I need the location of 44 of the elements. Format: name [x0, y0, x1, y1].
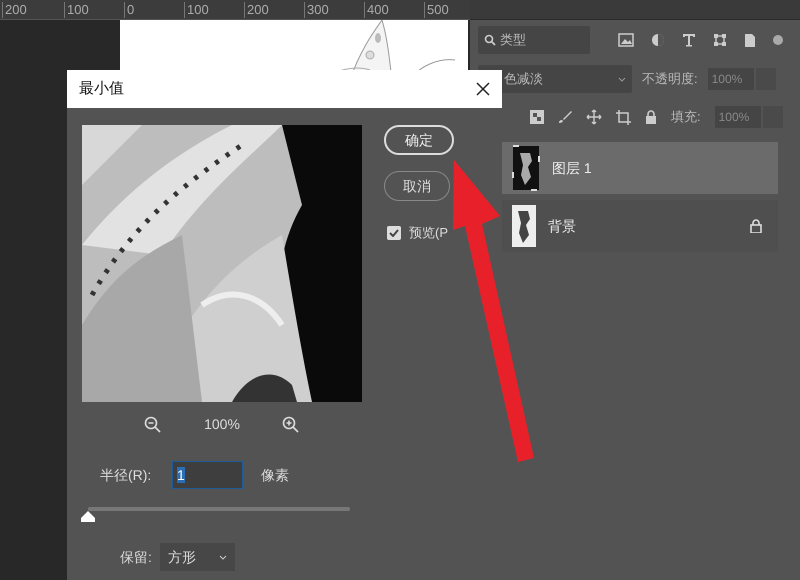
ruler-number: 200	[244, 2, 269, 18]
dialog-button[interactable]: 确定	[384, 125, 454, 155]
chevron-down-icon	[218, 554, 227, 560]
ruler-number: 400	[364, 2, 389, 18]
checkbox[interactable]	[387, 226, 401, 240]
crop-icon[interactable]	[616, 110, 631, 124]
unit-label: 像素	[261, 466, 289, 484]
layer-thumbnail	[512, 205, 536, 247]
ruler-number: 500	[424, 2, 449, 18]
radius-label: 半径(R):	[100, 466, 152, 485]
zoom-level: 100%	[204, 415, 240, 434]
layer-name: 背景	[548, 216, 577, 236]
opacity-label: 不透明度:	[642, 70, 698, 88]
preview-label: 预览(P	[409, 224, 448, 242]
ruler-number: 0	[124, 2, 134, 18]
fill-label: 填充:	[671, 108, 701, 126]
zoom-in-icon[interactable]	[282, 416, 300, 434]
radius-field[interactable]: 1	[172, 461, 243, 489]
image-icon[interactable]	[618, 33, 634, 47]
transform-icon[interactable]	[713, 33, 727, 47]
lock-icon[interactable]	[750, 219, 762, 233]
layer-thumbnail	[512, 145, 540, 191]
filter-dropdown[interactable]: 类型	[478, 26, 590, 54]
ruler-number: 100	[184, 2, 209, 18]
preserve-label: 保留:	[120, 548, 152, 566]
dialog-button[interactable]: 取消	[384, 171, 450, 201]
dialog-title: 最小值	[79, 78, 124, 99]
ruler-number: 300	[304, 2, 329, 18]
search-icon	[484, 34, 496, 46]
brush-icon[interactable]	[558, 110, 572, 124]
half-circle-icon[interactable]	[651, 33, 665, 47]
checker-icon[interactable]	[530, 110, 544, 124]
ruler-number: 100	[64, 2, 89, 18]
document-icon[interactable]	[744, 32, 756, 48]
lock-icon[interactable]	[645, 110, 657, 124]
move-icon[interactable]	[586, 109, 602, 125]
ruler-number: 200	[2, 2, 27, 18]
slider-thumb[interactable]	[81, 511, 95, 522]
zoom-out-icon[interactable]	[144, 416, 162, 434]
chevron-down-icon[interactable]	[618, 76, 626, 82]
layer-name: 图层 1	[552, 158, 593, 178]
type-icon[interactable]	[682, 33, 696, 47]
close-icon[interactable]	[476, 82, 490, 96]
preserve-dropdown[interactable]: 方形	[160, 543, 235, 571]
